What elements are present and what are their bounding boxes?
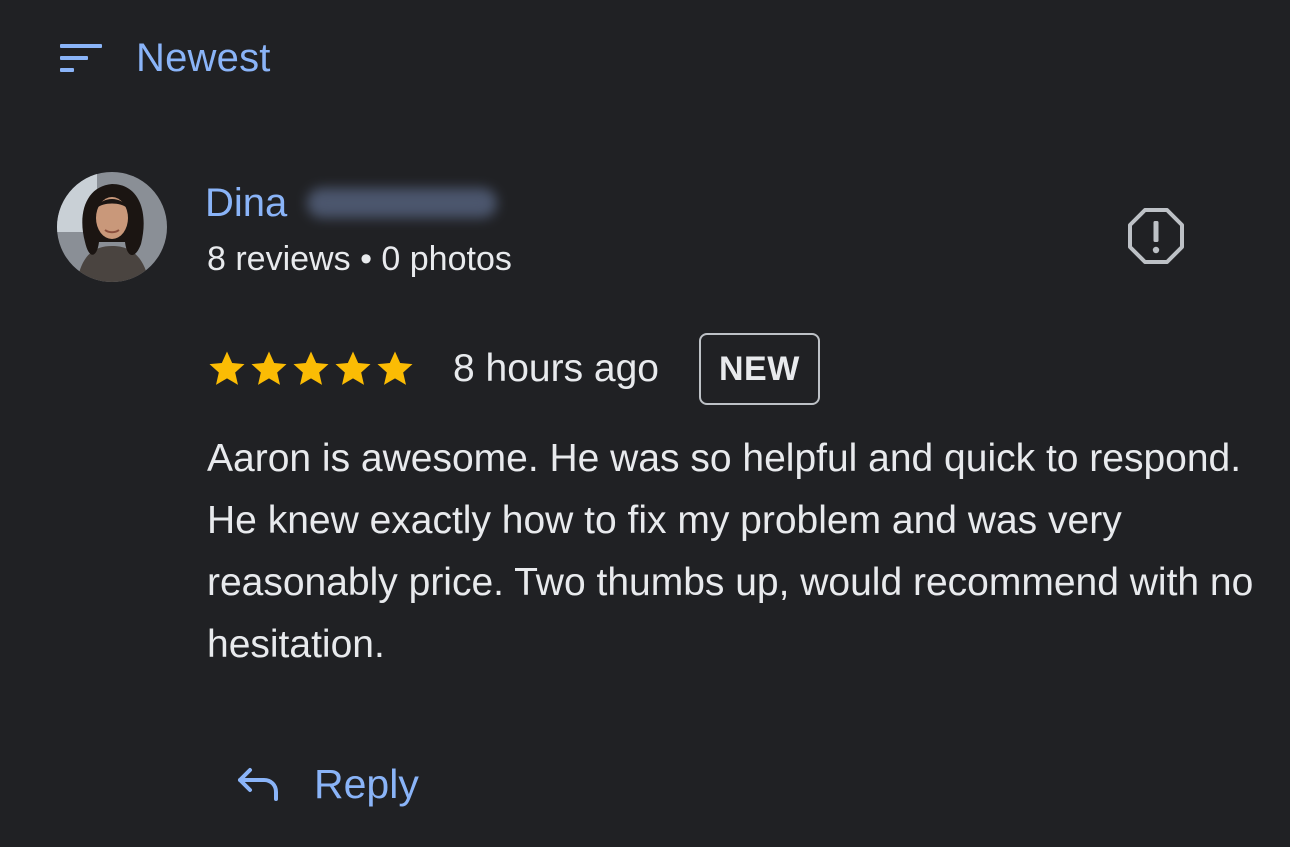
star-icon [251, 351, 287, 385]
star-rating [207, 349, 415, 389]
sort-label: Newest [136, 35, 271, 80]
star-icon [293, 351, 329, 385]
avatar[interactable] [57, 172, 167, 282]
sort-button[interactable]: Newest [60, 30, 271, 86]
report-flag-icon [1126, 206, 1186, 266]
reviewer-name[interactable]: Dina [205, 181, 287, 226]
review-time: 8 hours ago [453, 347, 659, 390]
star-icon [377, 351, 413, 385]
reply-label: Reply [314, 760, 419, 807]
meta-separator: • [360, 240, 372, 278]
redacted-last-name [307, 188, 498, 218]
rating-row: 8 hours ago NEW [207, 330, 820, 408]
review-text: Aaron is awesome. He was so helpful and … [207, 437, 1254, 666]
reviewer-name-row: Dina [205, 178, 498, 228]
photo-count: 0 photos [381, 240, 512, 278]
review-count: 8 reviews [207, 240, 351, 278]
reply-arrow-icon [236, 767, 280, 801]
reply-button[interactable]: Reply [236, 754, 419, 814]
sort-icon [60, 43, 102, 73]
star-icon [335, 351, 371, 385]
report-review-button[interactable] [1126, 206, 1186, 266]
star-icon [209, 351, 245, 385]
new-badge: NEW [699, 333, 820, 405]
reviewer-stats: 8 reviews • 0 photos [207, 240, 512, 279]
